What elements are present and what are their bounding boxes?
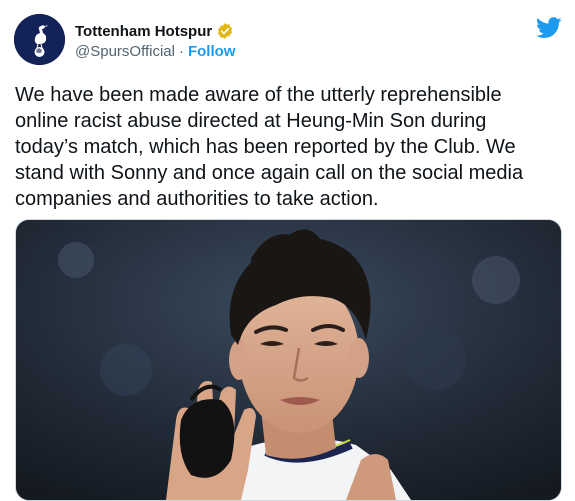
separator-dot: · (178, 43, 184, 60)
account-handle[interactable]: @SpursOfficial (75, 43, 175, 60)
account-name[interactable]: Tottenham Hotspur (75, 23, 212, 40)
tweet-text: We have been made aware of the utterly r… (15, 84, 524, 210)
follow-button[interactable]: Follow (188, 43, 236, 60)
twitter-bird-icon[interactable] (536, 17, 562, 39)
verified-badge-icon (218, 23, 233, 39)
tweet-photo[interactable] (15, 219, 562, 501)
profile-avatar[interactable] (14, 14, 65, 65)
player-photo (16, 220, 561, 500)
account-sub-row: @SpursOfficial · Follow (75, 43, 235, 60)
tweet-card: Tottenham Hotspur @SpursOfficial · Follo… (0, 0, 575, 501)
account-name-row: Tottenham Hotspur (75, 21, 234, 41)
spurs-crest-icon (14, 14, 65, 65)
